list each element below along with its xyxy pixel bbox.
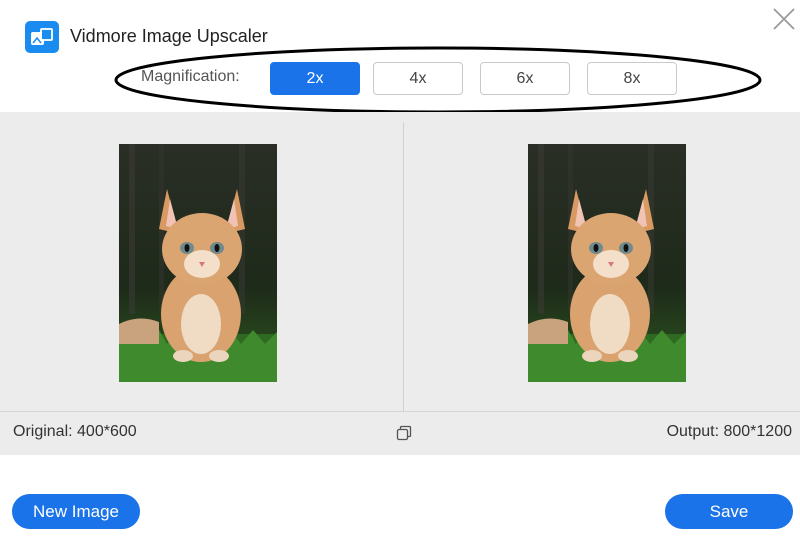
magnification-4x-button[interactable]: 4x bbox=[373, 62, 463, 95]
new-image-button[interactable]: New Image bbox=[12, 494, 140, 529]
close-icon[interactable] bbox=[772, 7, 796, 31]
app-title: Vidmore Image Upscaler bbox=[70, 26, 268, 46]
magnification-8x-button[interactable]: 8x bbox=[587, 62, 677, 95]
preview-divider bbox=[403, 122, 404, 411]
output-image bbox=[528, 144, 686, 382]
compare-icon[interactable] bbox=[396, 425, 412, 441]
app-logo-icon bbox=[25, 21, 59, 53]
output-size-label: Output: 800*1200 bbox=[666, 423, 792, 440]
header: Vidmore Image Upscaler Magnification: 2x… bbox=[0, 0, 800, 114]
magnification-6x-button[interactable]: 6x bbox=[480, 62, 570, 95]
original-image bbox=[119, 144, 277, 382]
save-button[interactable]: Save bbox=[665, 494, 793, 529]
original-size-label: Original: 400*600 bbox=[13, 423, 137, 440]
magnification-2x-button[interactable]: 2x bbox=[270, 62, 360, 95]
magnification-label: Magnification: bbox=[141, 68, 240, 85]
